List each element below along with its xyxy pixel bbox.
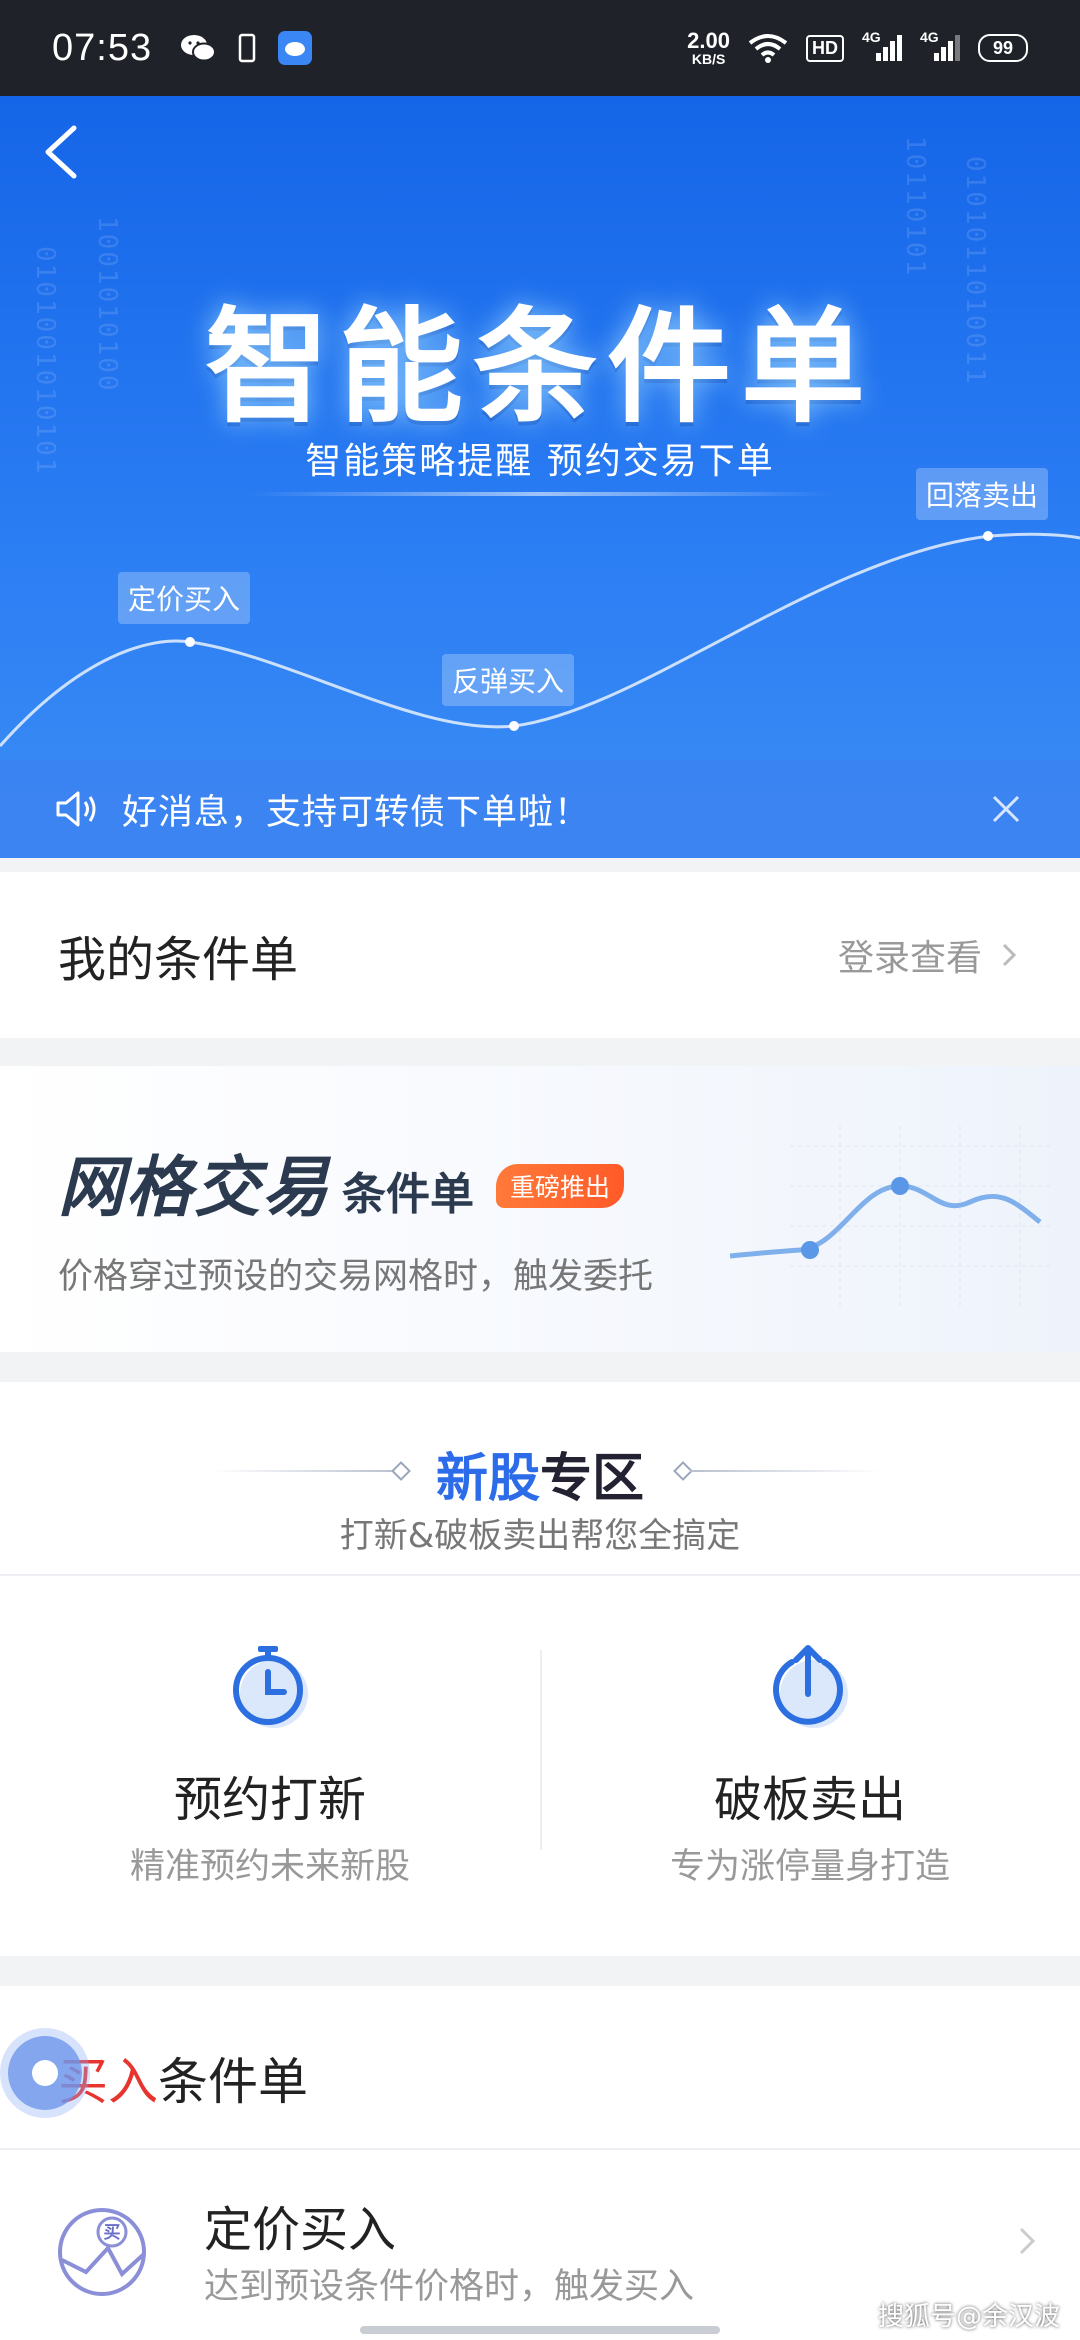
grid-trading-card[interactable]: 网格交易 条件单 重磅推出 价格穿过预设的交易网格时，触发委托 bbox=[0, 1066, 1080, 1352]
buy-orders-title: 买入条件单 bbox=[58, 2053, 308, 2111]
my-orders-row[interactable]: 我的条件单 登录查看 bbox=[0, 872, 1080, 1038]
speaker-icon bbox=[56, 791, 96, 827]
fixed-price-buy-desc: 达到预设条件价格时，触发买入 bbox=[204, 2267, 695, 2307]
buy-orders-section: 买入条件单 买 定价买入 达到预设条件价格时，触发买入 bbox=[0, 1986, 1080, 2340]
hd-voice-icon: HD bbox=[806, 34, 844, 62]
notice-bar[interactable]: 好消息，支持可转债下单啦！ bbox=[0, 760, 1080, 858]
stopwatch-icon bbox=[233, 1646, 308, 1728]
grid-trading-title: 网格交易 bbox=[58, 1149, 330, 1226]
login-to-view-label: 登录查看 bbox=[837, 938, 982, 979]
fixed-price-buy-title: 定价买入 bbox=[204, 2202, 397, 2258]
ipo-subscription-item[interactable]: 预约打新 精准预约未来新股 bbox=[0, 1638, 540, 1889]
new-stock-subtitle: 打新&破板卖出帮您全搞定 bbox=[339, 1516, 741, 1556]
wechat-icon bbox=[180, 33, 217, 63]
home-indicator[interactable] bbox=[360, 2326, 720, 2334]
signal-strength-icon: 4G bbox=[862, 29, 902, 63]
watermark: 搜狐号@余汉波 bbox=[877, 2302, 1060, 2332]
divider bbox=[0, 1574, 1080, 1576]
wifi-icon bbox=[748, 33, 788, 63]
signal-strength-icon-2: 4G bbox=[920, 29, 960, 63]
grid-trading-subtitle: 条件单 bbox=[342, 1169, 474, 1220]
battery-icon: 99 bbox=[978, 34, 1028, 62]
phone-icon bbox=[238, 33, 256, 63]
close-icon[interactable] bbox=[986, 789, 1026, 829]
grid-chart-icon bbox=[730, 1126, 1050, 1306]
status-bar: 07:53 2.00 KB/S HD 4G 4G 99 bbox=[0, 0, 1080, 96]
ipo-subscription-title: 预约打新 bbox=[173, 1772, 366, 1828]
limit-break-sell-title: 破板卖出 bbox=[713, 1772, 906, 1828]
buy-icon: 买 bbox=[58, 2208, 146, 2296]
login-to-view-link[interactable]: 登录查看 bbox=[838, 929, 1022, 981]
chevron-right-icon bbox=[1002, 943, 1017, 967]
new-launch-badge: 重磅推出 bbox=[496, 1164, 625, 1208]
new-stock-zone: 新股专区 打新&破板卖出帮您全搞定 预约打新 精准预约未来新股 破板卖出 专为涨… bbox=[0, 1382, 1080, 1956]
app-notification-icon bbox=[278, 31, 313, 65]
buy-icon-label: 买 bbox=[104, 2223, 121, 2243]
chip-pullback-sell: 回落卖出 bbox=[916, 468, 1049, 520]
limit-break-sell-desc: 专为涨停量身打造 bbox=[669, 1847, 950, 1887]
chip-rebound-buy: 反弹买入 bbox=[442, 654, 575, 706]
ipo-subscription-desc: 精准预约未来新股 bbox=[129, 1847, 410, 1887]
chevron-right-icon bbox=[1019, 2227, 1036, 2255]
notice-text: 好消息，支持可转债下单啦！ bbox=[122, 792, 591, 833]
new-stock-heading: 新股专区 bbox=[435, 1449, 645, 1509]
hero-banner: 0101001010101 1001010100 0101011010011 1… bbox=[0, 96, 1080, 858]
upload-arrow-icon bbox=[773, 1645, 848, 1728]
assistive-touch-button[interactable] bbox=[8, 2036, 82, 2110]
status-time: 07:53 bbox=[52, 26, 153, 69]
grid-trading-description: 价格穿过预设的交易网格时，触发委托 bbox=[58, 1257, 654, 1297]
my-orders-title: 我的条件单 bbox=[58, 932, 299, 988]
chip-fixed-price-buy: 定价买入 bbox=[118, 572, 251, 624]
network-speed: 2.00 KB/S bbox=[687, 28, 730, 67]
limit-break-sell-item[interactable]: 破板卖出 专为涨停量身打造 bbox=[540, 1638, 1080, 1889]
